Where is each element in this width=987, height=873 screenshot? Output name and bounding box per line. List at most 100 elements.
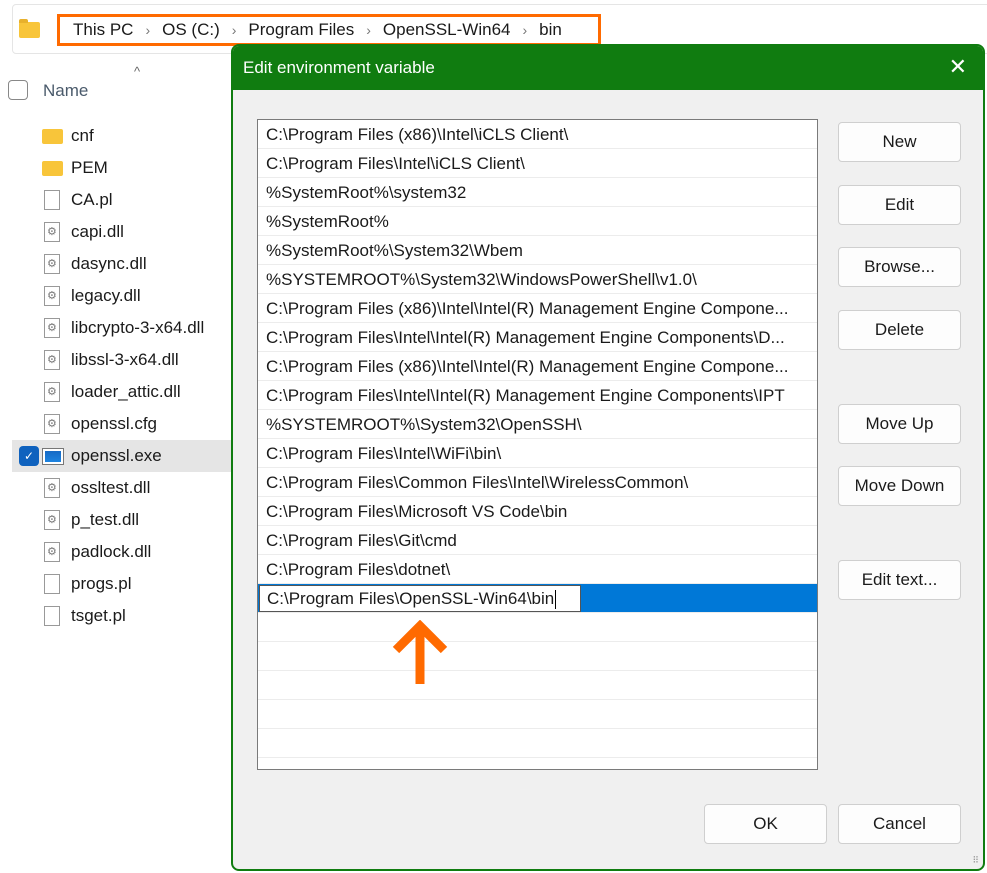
path-entry[interactable]: C:\Program Files (x86)\Intel\Intel(R) Ma… bbox=[258, 352, 817, 381]
file-row[interactable]: padlock.dll bbox=[12, 536, 232, 568]
file-name: CA.pl bbox=[71, 190, 113, 210]
file-row[interactable]: progs.pl bbox=[12, 568, 232, 600]
arrow-up-icon bbox=[391, 620, 449, 686]
file-row[interactable]: ossltest.dll bbox=[12, 472, 232, 504]
file-row[interactable]: tsget.pl bbox=[12, 600, 232, 632]
path-entry[interactable]: C:\Program Files\Intel\Intel(R) Manageme… bbox=[258, 381, 817, 410]
chevron-right-icon: › bbox=[232, 22, 237, 38]
file-row[interactable]: dasync.dll bbox=[12, 248, 232, 280]
checkbox-checked[interactable]: ✓ bbox=[19, 446, 39, 466]
chevron-right-icon: › bbox=[366, 22, 371, 38]
file-row[interactable]: legacy.dll bbox=[12, 280, 232, 312]
empty-row bbox=[258, 613, 817, 642]
file-name: legacy.dll bbox=[71, 286, 141, 306]
file-row[interactable]: PEM bbox=[12, 152, 232, 184]
file-name: libssl-3-x64.dll bbox=[71, 350, 179, 370]
path-entry[interactable]: %SystemRoot%\System32\Wbem bbox=[258, 236, 817, 265]
file-name: ossltest.dll bbox=[71, 478, 150, 498]
folder-icon bbox=[19, 22, 40, 38]
dll-icon bbox=[44, 382, 60, 402]
path-entry[interactable]: C:\Program Files\Intel\iCLS Client\ bbox=[258, 149, 817, 178]
file-name: loader_attic.dll bbox=[71, 382, 181, 402]
path-edit-input[interactable]: C:\Program Files\OpenSSL-Win64\bin bbox=[259, 585, 581, 612]
path-entry-selected[interactable]: C:\Program Files\OpenSSL-Win64\bin bbox=[258, 584, 817, 613]
dll-icon bbox=[44, 478, 60, 498]
sort-ascending-icon[interactable]: ^ bbox=[134, 64, 140, 79]
file-name: padlock.dll bbox=[71, 542, 151, 562]
file-row[interactable]: openssl.cfg bbox=[12, 408, 232, 440]
dll-icon bbox=[44, 350, 60, 370]
delete-button[interactable]: Delete bbox=[838, 310, 961, 350]
path-entry[interactable]: %SYSTEMROOT%\System32\WindowsPowerShell\… bbox=[258, 265, 817, 294]
breadcrumb-item[interactable]: This PC bbox=[73, 20, 133, 40]
file-icon bbox=[44, 574, 60, 594]
breadcrumb-item[interactable]: OS (C:) bbox=[162, 20, 220, 40]
empty-row bbox=[258, 671, 817, 700]
file-name: p_test.dll bbox=[71, 510, 139, 530]
dll-icon bbox=[44, 222, 60, 242]
path-entry[interactable]: C:\Program Files\Common Files\Intel\Wire… bbox=[258, 468, 817, 497]
exe-icon bbox=[42, 448, 64, 465]
file-row[interactable]: CA.pl bbox=[12, 184, 232, 216]
path-entry[interactable]: C:\Program Files\dotnet\ bbox=[258, 555, 817, 584]
dll-icon bbox=[44, 318, 60, 338]
resize-grip-icon[interactable]: ⠿ bbox=[972, 855, 979, 866]
file-name: tsget.pl bbox=[71, 606, 126, 626]
column-header-name[interactable]: Name bbox=[43, 81, 88, 101]
move-up-button[interactable]: Move Up bbox=[838, 404, 961, 444]
file-row[interactable]: ✓openssl.exe bbox=[12, 440, 232, 472]
edit-button[interactable]: Edit bbox=[838, 185, 961, 225]
dll-icon bbox=[44, 510, 60, 530]
breadcrumb: This PC › OS (C:) › Program Files › OpenSSL-Wi… bbox=[57, 14, 601, 46]
file-row[interactable]: p_test.dll bbox=[12, 504, 232, 536]
file-name: dasync.dll bbox=[71, 254, 147, 274]
file-row[interactable]: libcrypto-3-x64.dll bbox=[12, 312, 232, 344]
dialog-title-bar: Edit environment variable ✕ bbox=[233, 46, 983, 90]
ok-button[interactable]: OK bbox=[704, 804, 827, 844]
path-entry[interactable]: C:\Program Files\Git\cmd bbox=[258, 526, 817, 555]
browse-button[interactable]: Browse... bbox=[838, 247, 961, 287]
file-name: progs.pl bbox=[71, 574, 131, 594]
path-entry[interactable]: C:\Program Files (x86)\Intel\iCLS Client… bbox=[258, 120, 817, 149]
file-name: openssl.cfg bbox=[71, 414, 157, 434]
path-entry[interactable]: C:\Program Files\Microsoft VS Code\bin bbox=[258, 497, 817, 526]
file-name: capi.dll bbox=[71, 222, 124, 242]
path-entry[interactable]: C:\Program Files\Intel\WiFi\bin\ bbox=[258, 439, 817, 468]
dll-icon bbox=[44, 254, 60, 274]
empty-row bbox=[258, 642, 817, 671]
breadcrumb-item[interactable]: OpenSSL-Win64 bbox=[383, 20, 511, 40]
empty-row bbox=[258, 729, 817, 758]
path-entry[interactable]: %SYSTEMROOT%\System32\OpenSSH\ bbox=[258, 410, 817, 439]
folder-icon bbox=[42, 129, 63, 144]
path-entry[interactable]: C:\Program Files (x86)\Intel\Intel(R) Ma… bbox=[258, 294, 817, 323]
file-name: cnf bbox=[71, 126, 94, 146]
dialog-title: Edit environment variable bbox=[243, 58, 435, 77]
path-entries-list[interactable]: C:\Program Files (x86)\Intel\iCLS Client… bbox=[257, 119, 818, 770]
file-icon bbox=[44, 190, 60, 210]
path-entry[interactable]: %SystemRoot%\system32 bbox=[258, 178, 817, 207]
empty-row bbox=[258, 700, 817, 729]
folder-icon bbox=[42, 161, 63, 176]
config-icon bbox=[44, 414, 60, 434]
select-all-checkbox[interactable] bbox=[8, 80, 28, 100]
move-down-button[interactable]: Move Down bbox=[838, 466, 961, 506]
dll-icon bbox=[44, 286, 60, 306]
file-row[interactable]: loader_attic.dll bbox=[12, 376, 232, 408]
edit-environment-variable-dialog: Edit environment variable ✕ C:\Program F… bbox=[231, 44, 985, 871]
file-row[interactable]: capi.dll bbox=[12, 216, 232, 248]
new-button[interactable]: New bbox=[838, 122, 961, 162]
file-icon bbox=[44, 606, 60, 626]
chevron-right-icon: › bbox=[145, 22, 150, 38]
breadcrumb-item[interactable]: bin bbox=[539, 20, 562, 40]
file-name: libcrypto-3-x64.dll bbox=[71, 318, 204, 338]
file-row[interactable]: libssl-3-x64.dll bbox=[12, 344, 232, 376]
file-name: PEM bbox=[71, 158, 108, 178]
breadcrumb-item[interactable]: Program Files bbox=[248, 20, 354, 40]
cancel-button[interactable]: Cancel bbox=[838, 804, 961, 844]
edit-text-button[interactable]: Edit text... bbox=[838, 560, 961, 600]
file-row[interactable]: cnf bbox=[12, 120, 232, 152]
close-icon[interactable]: ✕ bbox=[949, 54, 967, 80]
path-entry[interactable]: %SystemRoot% bbox=[258, 207, 817, 236]
dll-icon bbox=[44, 542, 60, 562]
path-entry[interactable]: C:\Program Files\Intel\Intel(R) Manageme… bbox=[258, 323, 817, 352]
